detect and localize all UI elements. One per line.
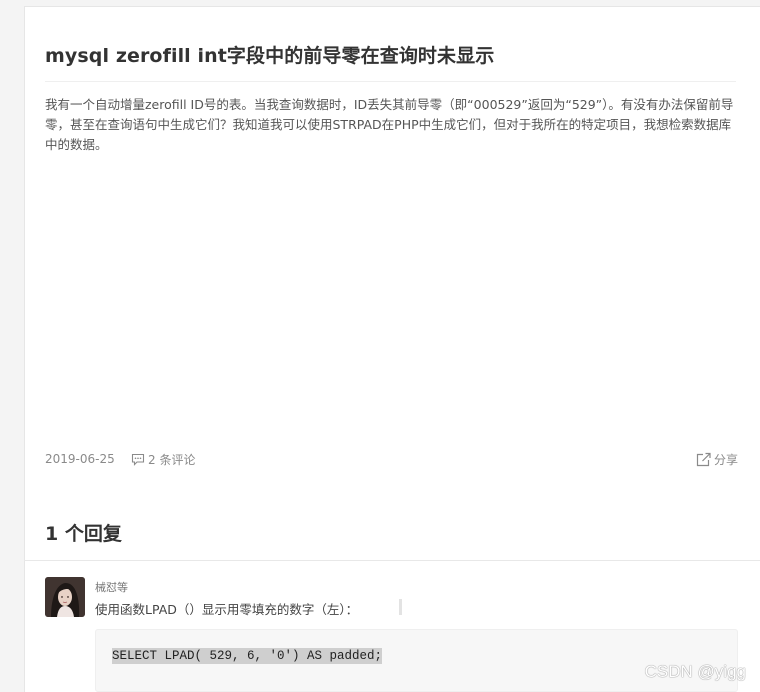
reply-text: 使用函数LPAD（）显示用零填充的数字（左）： [95,602,359,617]
share-label: 分享 [713,453,738,467]
share-button[interactable]: 分享 [696,451,738,468]
code-line: SELECT LPAD( 529, 6, '0') AS padded; [112,648,383,664]
question-title: mysql zerofill int字段中的前导零在查询时未显示 [45,45,495,67]
comments-count-label: 2 条评论 [148,453,196,467]
replies-heading: 1 个回复 [45,523,122,545]
comments-link[interactable]: 2 条评论 [131,451,195,468]
comment-icon [131,453,145,466]
code-block: SELECT LPAD( 529, 6, '0') AS padded; [95,629,738,692]
post-date: 2019-06-25 [45,452,115,466]
question-meta: 2019-06-25 2 条评论 分享 [45,451,738,469]
watermark: CSDN @yigg [644,662,746,681]
text-cursor [399,599,402,615]
avatar[interactable] [45,577,85,617]
question-body: 我有一个自动增量zerofill ID号的表。当我查询数据时，ID丢失其前导零（… [45,97,734,152]
share-icon [696,452,711,467]
reply-author[interactable]: 械怼等 [95,579,128,595]
question-card: mysql zerofill int字段中的前导零在查询时未显示 我有一个自动增… [24,6,760,566]
title-divider [45,81,736,82]
